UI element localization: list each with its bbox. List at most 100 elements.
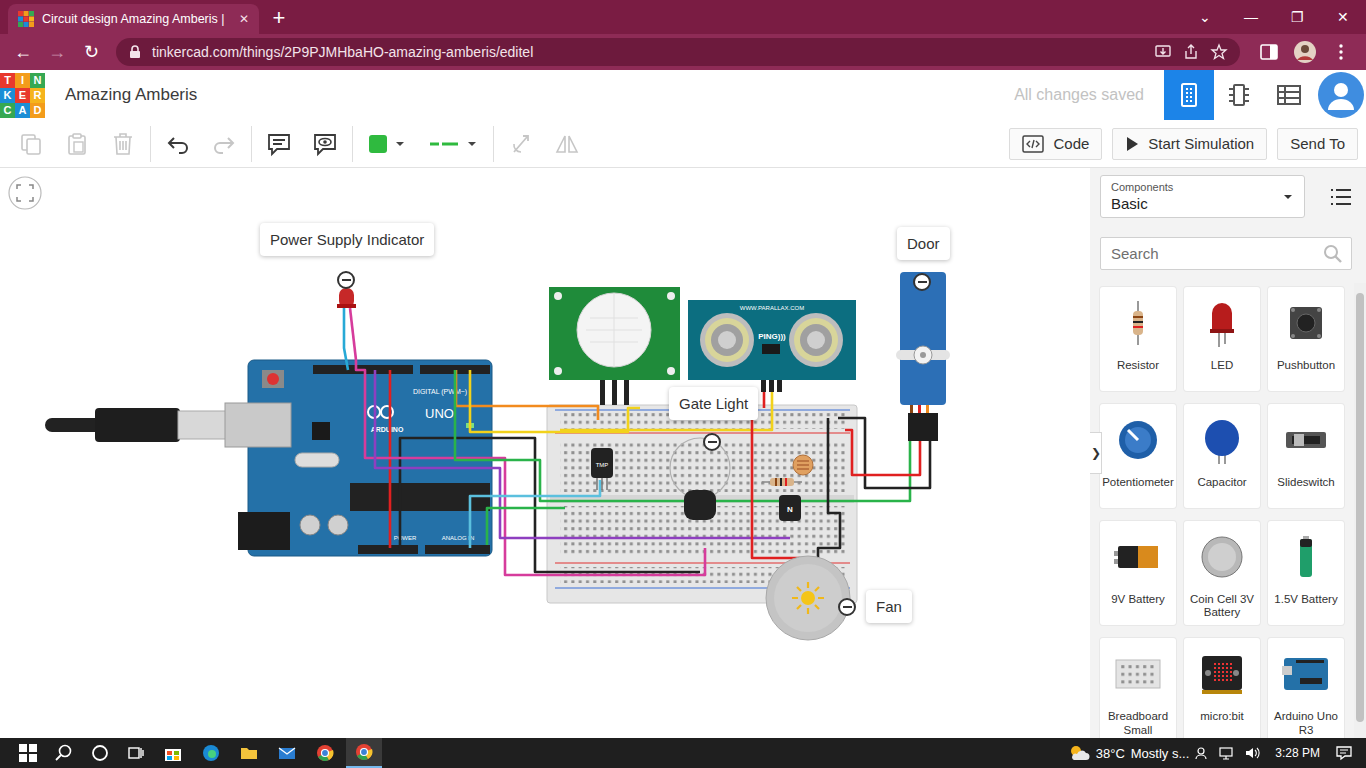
ultrasonic-sensor[interactable]: WWW.PARALLAX.COMPING))) (688, 300, 856, 392)
window-control-button[interactable]: ❐ (1274, 0, 1320, 34)
photoresistor[interactable] (793, 455, 813, 475)
panel-toggle-button[interactable]: ❯ (1090, 432, 1102, 474)
file-explorer-icon[interactable] (239, 743, 259, 763)
nav-button[interactable]: ← (8, 42, 38, 63)
design-title[interactable]: Amazing Amberis (65, 85, 197, 105)
notes-visibility-button[interactable] (302, 126, 348, 162)
power-indicator-led[interactable] (337, 288, 356, 308)
component-card[interactable]: 1.5V Battery (1268, 521, 1344, 625)
rotate-button[interactable] (498, 126, 544, 162)
wire[interactable] (818, 418, 840, 558)
note-label[interactable]: Power Supply Indicator (260, 223, 434, 256)
note-label[interactable]: Door (897, 227, 950, 260)
dc-motor-fan[interactable] (766, 556, 850, 640)
copy-button[interactable] (8, 126, 54, 162)
window-control-button[interactable]: ✕ (1320, 0, 1366, 34)
toolbar-button[interactable]: Send To (1277, 128, 1358, 160)
chrome-icon[interactable] (315, 743, 335, 763)
notifications-icon[interactable] (1335, 745, 1353, 761)
pir-sensor[interactable] (549, 287, 680, 405)
active-app[interactable] (346, 738, 382, 768)
wire[interactable] (344, 308, 348, 370)
side-panel-icon[interactable] (1259, 42, 1279, 62)
wire[interactable] (350, 308, 356, 360)
profile-avatar-icon[interactable] (1293, 40, 1317, 64)
toolbar-button[interactable]: Code (1009, 128, 1102, 160)
component-card[interactable]: Slideswitch (1268, 404, 1344, 508)
windows-start-icon[interactable] (19, 744, 37, 762)
component-card[interactable]: Capacitor (1184, 404, 1260, 508)
circuit-canvas[interactable]: DIGITAL (PWM~)UNOARDUINOPOWERANALOG INWW… (0, 168, 1090, 738)
gate-light-bulb[interactable] (670, 438, 730, 520)
search-input[interactable] (1109, 244, 1323, 263)
panel-scrollbar[interactable] (1354, 283, 1366, 738)
component-card[interactable]: Arduino Uno R3 (1268, 638, 1344, 738)
view-toggle-button[interactable] (1264, 70, 1314, 120)
component-search[interactable] (1100, 237, 1352, 270)
wire-style-picker[interactable] (417, 126, 489, 162)
toolbar-button[interactable]: Start Simulation (1112, 128, 1267, 160)
temperature-sensor[interactable]: TMP (591, 448, 613, 490)
list-view-icon[interactable] (1330, 187, 1352, 207)
component-card[interactable]: Coin Cell 3V Battery (1184, 521, 1260, 625)
component-card[interactable]: LED (1184, 287, 1260, 391)
store-icon[interactable] (163, 743, 183, 763)
new-tab-button[interactable]: + (273, 3, 286, 31)
resistor[interactable] (762, 478, 802, 486)
wire[interactable] (455, 370, 910, 501)
user-avatar[interactable] (1318, 72, 1364, 118)
url-field[interactable]: tinkercad.com/things/2P9PJMHbaHO-amazing… (116, 38, 1240, 66)
view-toggle-button[interactable] (1214, 70, 1264, 120)
collapse-note-icon[interactable] (337, 271, 355, 289)
component-card[interactable]: Potentiometer (1100, 404, 1176, 508)
wire[interactable] (752, 405, 800, 558)
wire[interactable] (560, 380, 772, 430)
nav-button[interactable]: → (42, 42, 72, 63)
wire[interactable] (487, 508, 565, 545)
window-control-button[interactable]: ⌄ (1182, 0, 1228, 34)
collapse-note-icon[interactable] (703, 433, 721, 451)
weather-summary[interactable]: Mostly s... (1131, 746, 1190, 761)
redo-button[interactable] (201, 126, 247, 162)
collapse-note-icon[interactable] (838, 598, 856, 616)
door-servo[interactable] (896, 272, 950, 441)
edge-icon[interactable] (201, 743, 221, 763)
weather-temperature[interactable]: 38°C (1096, 746, 1125, 761)
view-toggle-button[interactable] (1164, 70, 1214, 120)
share-icon[interactable] (1182, 43, 1200, 61)
note-label[interactable]: Fan (866, 590, 912, 623)
install-icon[interactable] (1154, 43, 1172, 61)
scrollbar-thumb[interactable] (1356, 293, 1364, 722)
tinkercad-logo[interactable]: TINKERCAD (0, 73, 45, 118)
star-icon[interactable] (1210, 43, 1228, 61)
task-view-icon[interactable] (127, 744, 145, 762)
flip-button[interactable] (544, 126, 590, 162)
nav-button[interactable]: ↻ (76, 41, 106, 63)
wire[interactable] (470, 480, 600, 548)
weather-icon[interactable] (1068, 744, 1090, 762)
volume-icon[interactable] (1244, 746, 1260, 760)
npn-transistor[interactable]: N (779, 495, 801, 521)
browser-tab[interactable]: Circuit design Amazing Amberis |✕ (8, 4, 259, 34)
network-icon[interactable] (1218, 746, 1234, 760)
color-picker[interactable] (357, 126, 417, 162)
search-icon[interactable] (55, 744, 73, 762)
tab-close-button[interactable]: ✕ (239, 12, 249, 26)
collapse-note-icon[interactable] (913, 273, 931, 291)
component-set-dropdown[interactable]: ComponentsBasic (1100, 175, 1305, 218)
delete-button[interactable] (100, 126, 146, 162)
usb-cable[interactable] (45, 408, 230, 442)
cortana-icon[interactable] (91, 744, 109, 762)
undo-button[interactable] (155, 126, 201, 162)
paste-button[interactable] (54, 126, 100, 162)
fit-view-icon[interactable] (9, 177, 41, 209)
component-card[interactable]: micro:bit (1184, 638, 1260, 738)
component-card[interactable]: Pushbutton (1268, 287, 1344, 391)
people-icon[interactable] (1194, 746, 1208, 760)
wire[interactable] (375, 370, 790, 538)
mail-icon[interactable] (277, 743, 297, 763)
component-card[interactable]: Breadboard Small (1100, 638, 1176, 738)
component-card[interactable]: Resistor (1100, 287, 1176, 391)
menu-dots-icon[interactable] (1331, 42, 1351, 62)
note-label[interactable]: Gate Light (669, 387, 758, 420)
